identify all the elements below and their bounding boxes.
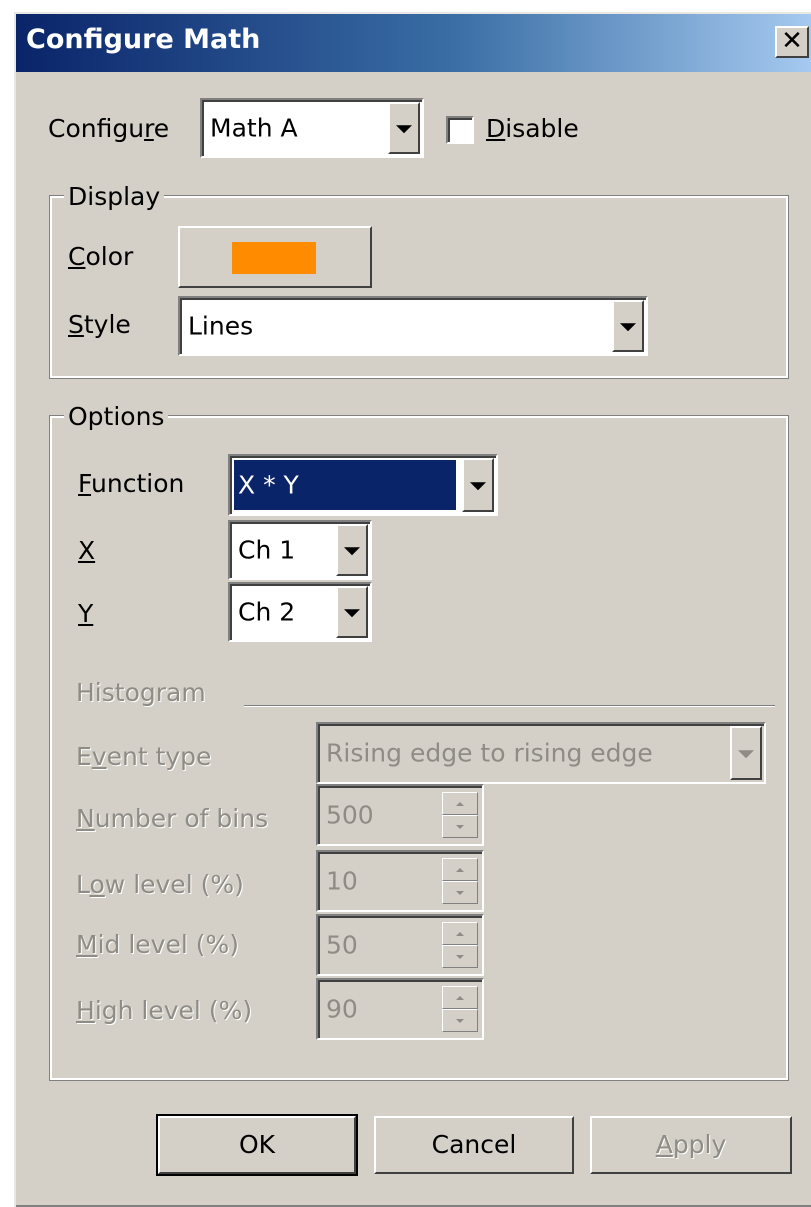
chevron-down-icon: [344, 547, 360, 556]
number-of-bins-label: Number of bins: [76, 804, 269, 833]
configure-value: Math A: [210, 113, 298, 143]
y-combobox[interactable]: Ch 2: [228, 582, 372, 642]
low-level-spinner[interactable]: [442, 858, 478, 904]
configure-combobox[interactable]: Math A: [200, 98, 424, 158]
high-level-label: High level (%): [76, 996, 253, 1025]
spin-up-button[interactable]: [442, 792, 478, 815]
chevron-down-icon: [620, 323, 636, 332]
function-combobox[interactable]: X * Y: [228, 454, 498, 516]
mid-level-value: 50: [326, 930, 358, 960]
number-of-bins-value: 500: [326, 800, 374, 830]
histogram-divider: [244, 705, 775, 707]
event-type-value: Rising edge to rising edge: [326, 738, 653, 768]
high-level-spinner[interactable]: [442, 986, 478, 1032]
style-dropdown-button[interactable]: [612, 300, 644, 352]
mid-level-label: Mid level (%): [76, 930, 239, 959]
cancel-button[interactable]: Cancel: [374, 1116, 574, 1174]
y-label: Y: [78, 599, 94, 628]
x-label: X: [78, 536, 96, 565]
style-label: Style: [68, 310, 131, 339]
event-type-label: Event type: [76, 742, 212, 771]
spin-down-button[interactable]: [442, 1009, 478, 1032]
apply-button[interactable]: Apply: [590, 1116, 792, 1174]
ok-button[interactable]: OK: [156, 1114, 358, 1176]
chevron-down-icon: [396, 125, 412, 134]
style-value: Lines: [188, 311, 254, 341]
color-picker-button[interactable]: [178, 226, 372, 288]
mid-level-spinner[interactable]: [442, 922, 478, 968]
high-level-value: 90: [326, 994, 358, 1024]
arrow-up-icon: [456, 801, 464, 806]
chevron-down-icon: [344, 609, 360, 618]
number-of-bins-field[interactable]: 500: [316, 784, 484, 846]
spin-down-button[interactable]: [442, 945, 478, 968]
histogram-label: Histogram: [76, 678, 206, 707]
disable-label[interactable]: Disable: [486, 114, 579, 143]
event-type-combobox[interactable]: Rising edge to rising edge: [316, 722, 766, 784]
spin-up-button[interactable]: [442, 922, 478, 945]
arrow-down-icon: [456, 824, 464, 829]
spin-up-button[interactable]: [442, 986, 478, 1009]
close-button[interactable]: ✕: [775, 26, 809, 58]
options-group-label: Options: [64, 402, 169, 431]
arrow-down-icon: [456, 954, 464, 959]
function-label: Function: [78, 469, 185, 498]
color-label: Color: [68, 242, 134, 271]
low-level-field[interactable]: 10: [316, 850, 484, 912]
configure-dropdown-button[interactable]: [388, 102, 420, 154]
disable-checkbox[interactable]: [446, 116, 474, 144]
configure-label: Configure: [48, 114, 170, 143]
arrow-up-icon: [456, 931, 464, 936]
spin-down-button[interactable]: [442, 815, 478, 838]
arrow-down-icon: [456, 1018, 464, 1023]
arrow-up-icon: [456, 995, 464, 1000]
spin-down-button[interactable]: [442, 881, 478, 904]
chevron-down-icon: [470, 482, 486, 491]
color-swatch: [232, 242, 316, 274]
low-level-label: Low level (%): [76, 870, 244, 899]
low-level-value: 10: [326, 866, 358, 896]
event-type-dropdown-button[interactable]: [730, 726, 762, 780]
spin-up-button[interactable]: [442, 858, 478, 881]
window-title: Configure Math: [26, 24, 261, 55]
display-group-label: Display: [64, 182, 165, 211]
arrow-down-icon: [456, 890, 464, 895]
high-level-field[interactable]: 90: [316, 978, 484, 1040]
x-value: Ch 1: [238, 535, 296, 565]
x-combobox[interactable]: Ch 1: [228, 520, 372, 580]
style-combobox[interactable]: Lines: [178, 296, 648, 356]
function-value: X * Y: [238, 470, 299, 500]
function-dropdown-button[interactable]: [462, 458, 494, 512]
arrow-up-icon: [456, 867, 464, 872]
chevron-down-icon: [738, 750, 754, 759]
x-dropdown-button[interactable]: [336, 524, 368, 576]
mid-level-field[interactable]: 50: [316, 914, 484, 976]
y-value: Ch 2: [238, 597, 296, 627]
close-icon: ✕: [781, 26, 803, 56]
y-dropdown-button[interactable]: [336, 586, 368, 638]
configure-math-dialog: Configure Math ✕ Configure Math A Disabl…: [14, 12, 811, 1207]
title-bar[interactable]: Configure Math ✕: [16, 14, 811, 72]
number-of-bins-spinner[interactable]: [442, 792, 478, 838]
